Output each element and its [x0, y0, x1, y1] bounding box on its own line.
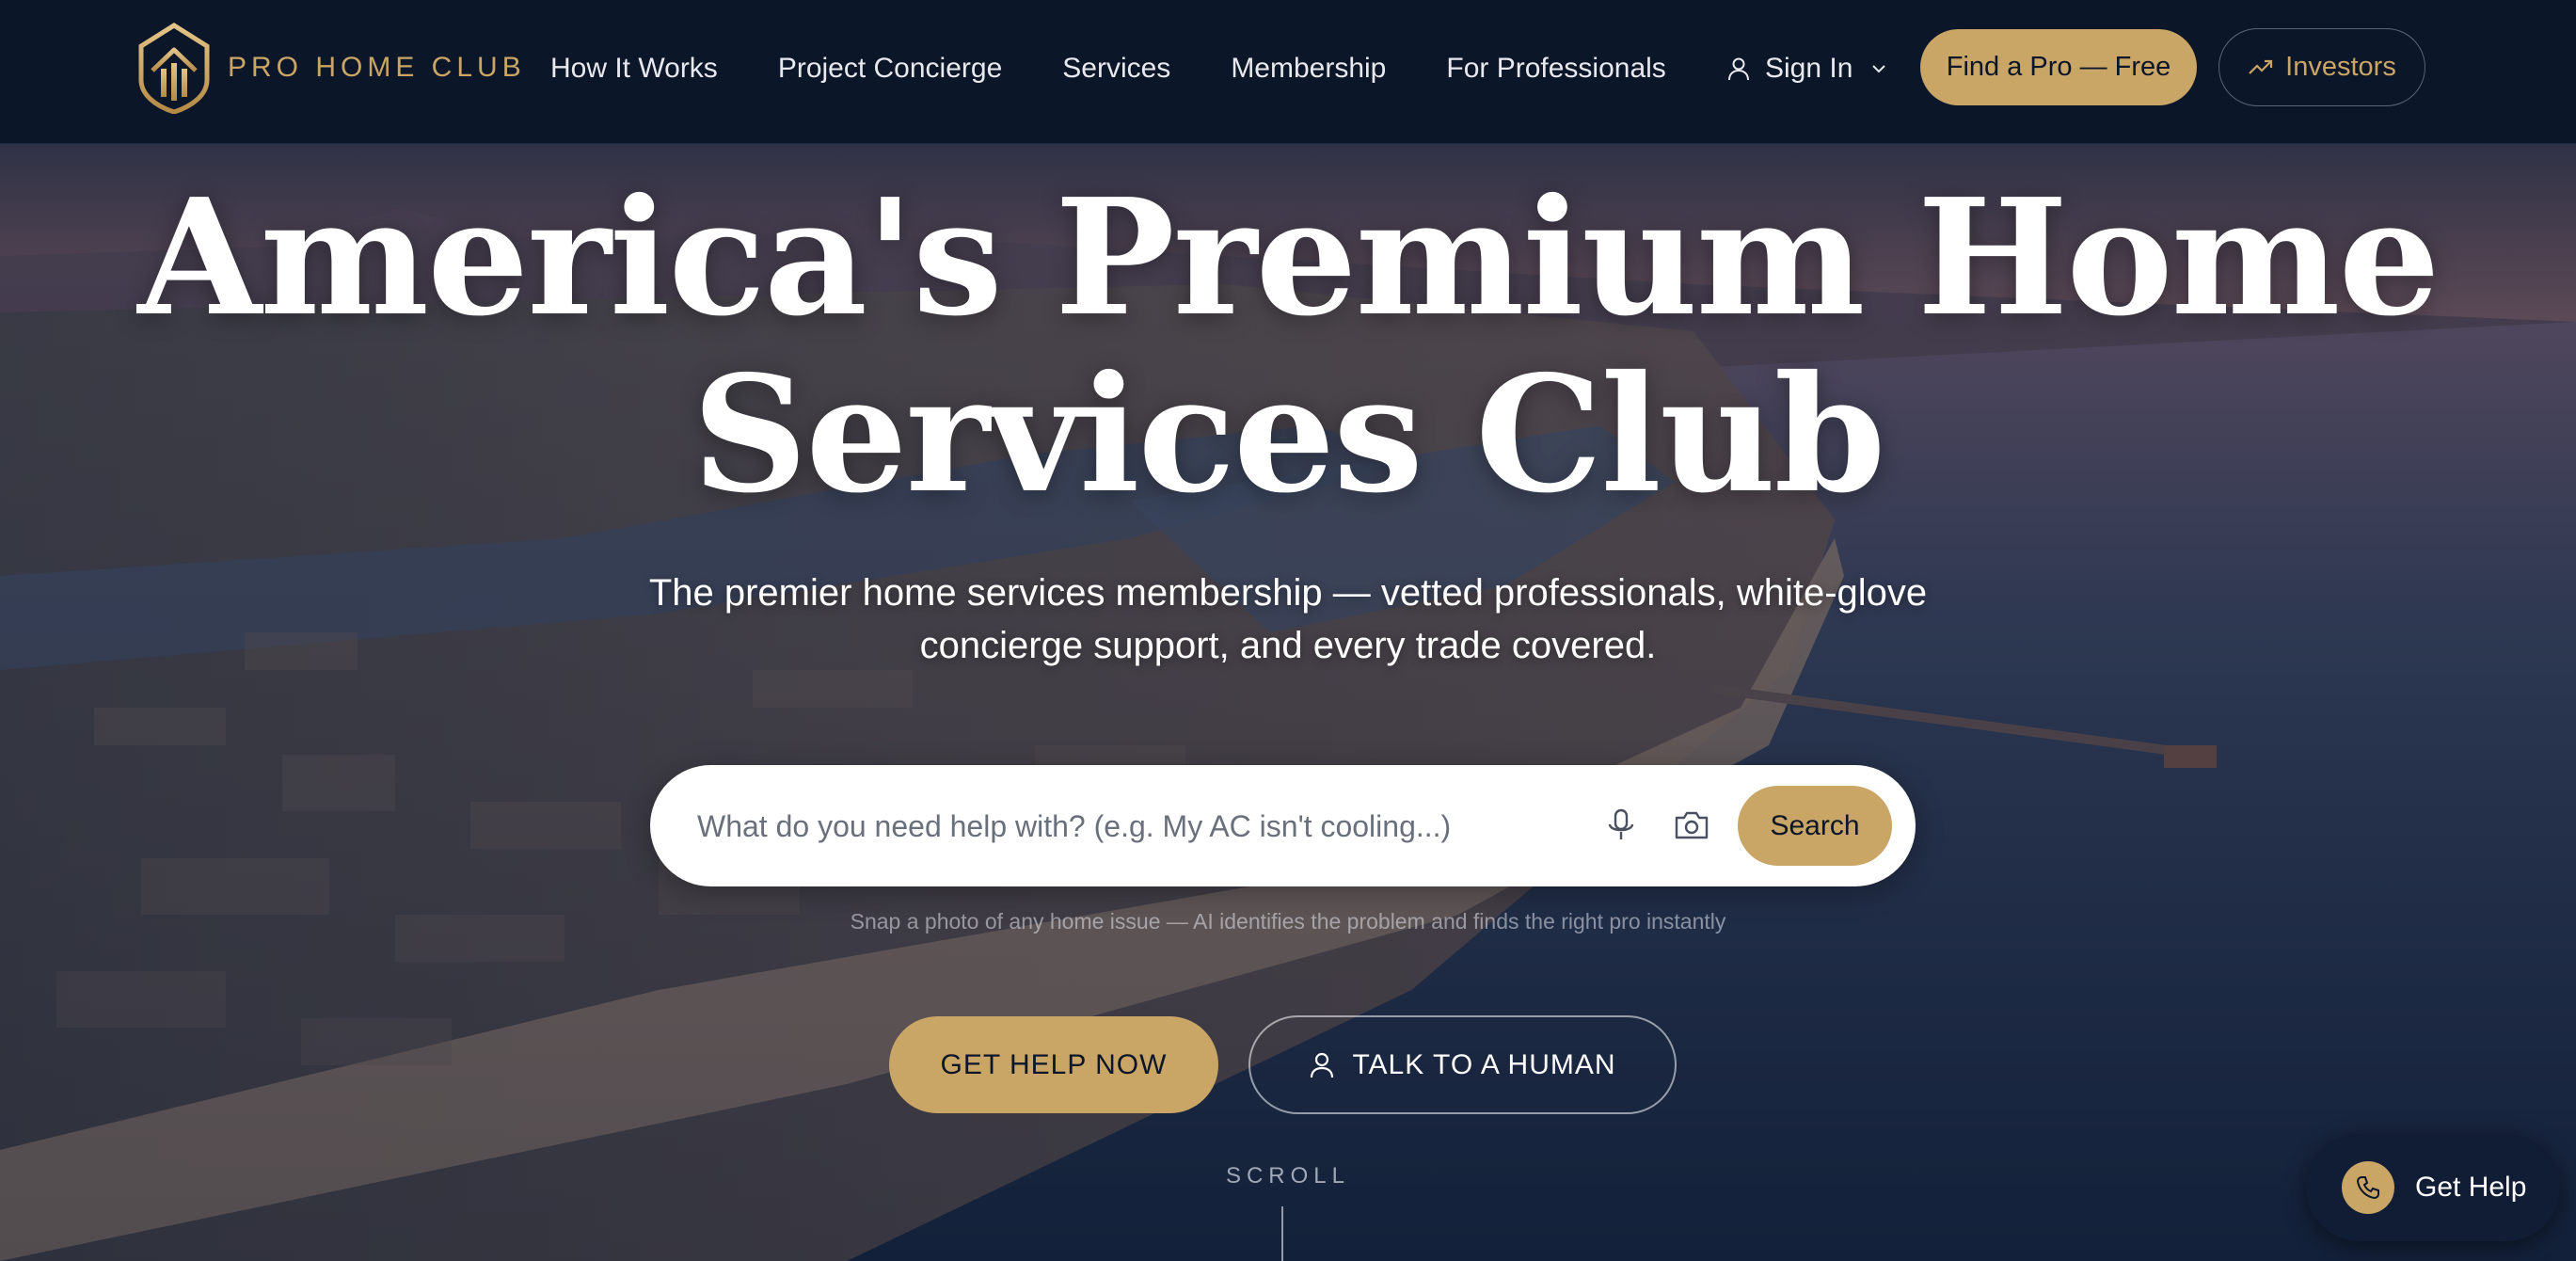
hero-headline: America's Premium Home Services Club — [0, 169, 2576, 523]
floating-get-help-button[interactable]: Get Help — [2306, 1134, 2560, 1241]
user-icon — [1728, 57, 1749, 81]
talk-to-a-human-label: TALK TO A HUMAN — [1352, 1048, 1616, 1080]
search-hint: Snap a photo of any home issue — AI iden… — [850, 909, 1726, 934]
scroll-indicator-label: SCROLL — [1225, 1163, 1351, 1189]
subtitle-line-1: The premier home services membership — v… — [648, 572, 1928, 614]
top-navigation: PRO HOME CLUB How It Works Project Conci… — [0, 0, 2576, 144]
headline-line-1: America's Premium Home — [137, 164, 2440, 352]
nav-how-it-works[interactable]: How It Works — [550, 53, 718, 85]
hero-subtitle: The premier home services membership — v… — [629, 567, 1947, 672]
nav-services[interactable]: Services — [1062, 53, 1170, 85]
trending-up-icon — [2249, 59, 2273, 74]
investors-button[interactable]: Investors — [2218, 28, 2425, 106]
nav-membership[interactable]: Membership — [1231, 53, 1386, 85]
nav-for-professionals[interactable]: For Professionals — [1446, 53, 1665, 85]
find-a-pro-button[interactable]: Find a Pro — Free — [1920, 29, 2197, 105]
headline-line-2: Services Club — [692, 341, 1886, 529]
subtitle-line-2: concierge support, and every trade cover… — [919, 625, 1657, 666]
search-button[interactable]: Search — [1738, 786, 1892, 866]
talk-to-a-human-button[interactable]: TALK TO A HUMAN — [1248, 1015, 1677, 1114]
phone-icon-badge — [2342, 1161, 2394, 1214]
microphone-icon[interactable] — [1602, 806, 1640, 844]
hero-section: America's Premium Home Services Club The… — [0, 143, 2576, 1261]
phone-icon — [2356, 1176, 2379, 1200]
sign-in-menu[interactable]: Sign In — [1725, 0, 1888, 137]
search-input[interactable] — [695, 791, 1546, 861]
brand-name: PRO HOME CLUB — [228, 52, 526, 83]
brand-logo[interactable]: PRO HOME CLUB — [137, 21, 526, 115]
scroll-indicator-line — [1281, 1206, 1283, 1261]
main-menu: How It Works Project Concierge Services … — [550, 0, 1666, 137]
camera-icon[interactable] — [1672, 806, 1711, 844]
sign-in-label: Sign In — [1765, 53, 1853, 84]
nav-project-concierge[interactable]: Project Concierge — [778, 53, 1002, 85]
logo-icon — [138, 23, 210, 114]
get-help-now-button[interactable]: GET HELP NOW — [889, 1016, 1218, 1113]
search-bar: Search — [650, 765, 1916, 886]
get-help-label: Get Help — [2415, 1172, 2527, 1203]
investors-label: Investors — [2285, 52, 2396, 82]
chevron-down-icon — [1872, 65, 1886, 73]
user-icon — [1311, 1052, 1334, 1077]
